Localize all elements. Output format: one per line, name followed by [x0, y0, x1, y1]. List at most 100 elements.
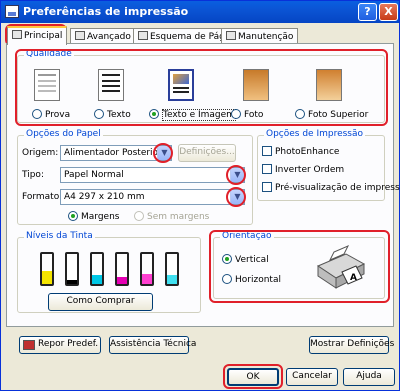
type-label: Tipo:: [22, 170, 44, 180]
ink-cartridge: [165, 252, 179, 286]
text-image-label: Texto e Imagem: [162, 109, 236, 121]
preview-checkbox[interactable]: [262, 182, 272, 192]
tab-avancado-label: Avançado: [87, 32, 131, 42]
invert-order-option[interactable]: Inverter Ordem: [262, 164, 344, 175]
text-label: Texto: [107, 110, 131, 120]
text-image-icon: [168, 69, 194, 101]
tab-manutencao[interactable]: Manutenção: [221, 28, 299, 44]
help-title-button[interactable]: ?: [358, 3, 377, 21]
ink-level-fill: [167, 275, 177, 284]
quality-option-text[interactable]: Texto: [94, 109, 131, 120]
text-image-radio[interactable]: [149, 109, 159, 119]
margins-label: Margens: [81, 212, 120, 222]
tech-support-button[interactable]: Assistência Técnica: [109, 336, 196, 354]
ink-cartridge: [65, 252, 79, 286]
source-label: Origem:: [22, 148, 59, 158]
portrait-radio[interactable]: [222, 254, 232, 264]
printer-orientation-icon: A: [316, 245, 366, 289]
ink-level-fill: [117, 276, 127, 284]
quality-group: Qualidade Prova Texto Texto e Imagem Fot…: [17, 49, 385, 123]
photo-enhance-label: PhotoEnhance: [275, 147, 340, 157]
chevron-down-icon[interactable]: ▼: [157, 146, 171, 160]
advanced-tab-icon: [75, 31, 85, 40]
no-margins-label: Sem margens: [147, 212, 210, 222]
photo-superior-icon: [316, 69, 342, 101]
proof-label: Prova: [45, 110, 71, 120]
ink-level-fill: [92, 275, 102, 284]
ink-level-fill: [42, 270, 52, 284]
photo-enhance-checkbox[interactable]: [262, 146, 272, 156]
portrait-option[interactable]: Vertical: [222, 254, 269, 265]
quality-option-photo-superior[interactable]: Foto Superior: [295, 109, 368, 120]
main-panel: Qualidade Prova Texto Texto e Imagem Fot…: [6, 43, 400, 354]
tab-avancado[interactable]: Avançado: [70, 28, 136, 44]
format-label: Formato:: [22, 192, 63, 202]
quality-option-text-image[interactable]: Texto e Imagem: [149, 109, 236, 121]
invert-order-checkbox[interactable]: [262, 164, 272, 174]
source-select[interactable]: Alimentador Posterior ▼: [60, 145, 172, 161]
preview-option[interactable]: Pré-visualização de impressão: [262, 182, 400, 193]
layout-tab-icon: [138, 31, 148, 40]
photo-enhance-option[interactable]: PhotoEnhance: [262, 146, 339, 157]
photo-icon: [243, 69, 269, 101]
chevron-down-icon[interactable]: ▼: [230, 190, 244, 204]
text-radio[interactable]: [94, 109, 104, 119]
photo-superior-radio[interactable]: [295, 109, 305, 119]
no-margins-option: Sem margens: [134, 211, 209, 222]
title-bar: Preferências de impressão ? X: [1, 1, 399, 23]
format-select[interactable]: A4 297 x 210 mm ▼: [60, 189, 245, 205]
ink-cartridge: [90, 252, 104, 286]
print-options-group: Opções de Impressão PhotoEnhance Inverte…: [257, 129, 400, 201]
photo-label: Foto: [244, 110, 264, 120]
paper-group: Opções do Papel Origem: Alimentador Post…: [17, 129, 253, 225]
quality-option-photo[interactable]: Foto: [231, 109, 263, 120]
cancel-button[interactable]: Cancelar: [286, 368, 338, 386]
orientation-group: Orientação Vertical Horizontal A: [213, 231, 385, 299]
ink-cartridge: [40, 252, 54, 286]
portrait-label: Vertical: [235, 255, 269, 265]
margins-option[interactable]: Margens: [68, 211, 119, 222]
proof-radio[interactable]: [32, 109, 42, 119]
principal-tab-icon: [12, 30, 22, 39]
how-to-buy-button[interactable]: Como Comprar: [48, 293, 153, 311]
svg-text:A: A: [350, 273, 357, 283]
reset-defaults-button[interactable]: Repor Predef.: [19, 336, 101, 354]
settings-button: Definições...: [178, 144, 236, 162]
tab-principal[interactable]: Principal: [7, 26, 68, 45]
quality-title: Qualidade: [24, 49, 74, 59]
type-value: Papel Normal: [64, 170, 124, 180]
quality-option-proof[interactable]: Prova: [32, 109, 70, 120]
maintenance-tab-icon: [226, 31, 236, 40]
orientation-title: Orientação: [220, 231, 274, 241]
format-value: A4 297 x 210 mm: [64, 192, 145, 202]
print-options-title: Opções de Impressão: [264, 129, 366, 139]
ink-cartridge: [115, 252, 129, 286]
close-button[interactable]: X: [379, 3, 398, 21]
invert-order-label: Inverter Ordem: [275, 165, 345, 175]
ink-levels-group: Níveis da Tinta Como Comprar: [17, 231, 201, 313]
tab-principal-label: Principal: [24, 31, 63, 41]
paper-title: Opções do Papel: [24, 129, 103, 139]
window-title: Preferências de impressão: [23, 5, 189, 18]
no-margins-radio: [134, 211, 144, 221]
help-button[interactable]: Ajuda: [343, 368, 395, 386]
landscape-label: Horizontal: [235, 275, 281, 285]
type-select[interactable]: Papel Normal ▼: [60, 167, 245, 183]
tab-manutencao-label: Manutenção: [238, 32, 294, 42]
landscape-option[interactable]: Horizontal: [222, 274, 281, 285]
print-preferences-window: Preferências de impressão ? X Principal …: [0, 0, 400, 391]
ok-button[interactable]: OK: [227, 368, 279, 386]
draft-icon: [34, 69, 60, 101]
text-icon: [98, 69, 124, 101]
show-settings-button[interactable]: Mostrar Definições: [309, 336, 394, 354]
reset-label: Repor Predef.: [38, 339, 99, 349]
landscape-radio[interactable]: [222, 274, 232, 284]
photo-superior-label: Foto Superior: [308, 110, 369, 120]
chevron-down-icon[interactable]: ▼: [230, 168, 244, 182]
source-value: Alimentador Posterior: [64, 148, 162, 158]
margins-radio[interactable]: [68, 211, 78, 221]
photo-radio[interactable]: [231, 109, 241, 119]
ink-cartridge: [140, 252, 154, 286]
printer-icon: [5, 5, 19, 18]
reset-icon: [23, 340, 35, 350]
